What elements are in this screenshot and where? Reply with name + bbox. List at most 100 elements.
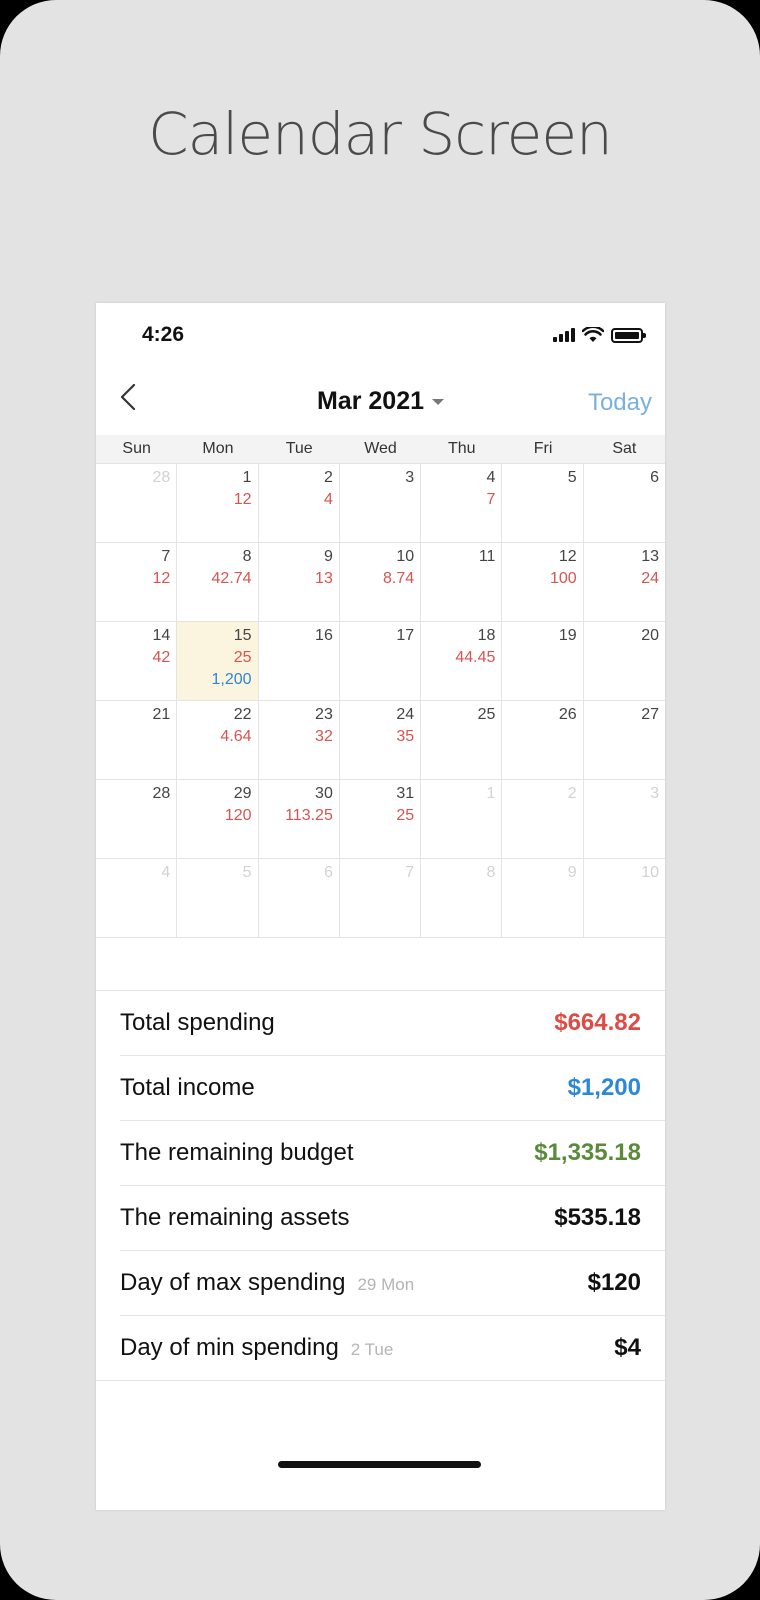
day-expense: 8.74: [383, 570, 415, 587]
weekday-label: Tue: [285, 440, 313, 457]
day-number: 20: [641, 627, 659, 644]
summary-row[interactable]: Day of max spending 29 Mon $120: [120, 1251, 665, 1316]
calendar-day-cell[interactable]: 1: [421, 780, 503, 859]
day-number: 21: [152, 706, 171, 723]
calendar-day-cell[interactable]: 28: [96, 780, 178, 859]
summary-row[interactable]: Total spending $664.82: [120, 991, 665, 1056]
calendar-grid: 28 1 12 2 4 3 4 7 5 6 7 12 8 42.74 9 13 10 8.74 11 12 100 13 2…: [96, 463, 665, 938]
summary-sublabel: 29 Mon: [357, 1275, 415, 1294]
weekday-label: Mon: [202, 440, 234, 457]
day-expense: 12: [152, 570, 171, 587]
calendar-day-cell[interactable]: 26: [502, 701, 584, 780]
day-expense: 24: [641, 570, 659, 587]
summary-value: $1,200: [567, 1074, 641, 1101]
calendar-day-cell[interactable]: 13 24: [583, 543, 665, 622]
day-number: 14: [152, 627, 171, 644]
calendar-day-cell[interactable]: 9: [502, 859, 584, 938]
wifi-icon: [582, 327, 604, 342]
day-number: 1: [242, 469, 252, 486]
day-number: 6: [650, 469, 659, 486]
day-number: 22: [233, 706, 252, 723]
page-headline: Calendar Screen: [148, 100, 613, 168]
day-expense: 120: [224, 807, 252, 824]
calendar-day-cell[interactable]: 5: [177, 859, 259, 938]
calendar-day-cell[interactable]: 31 25: [339, 780, 422, 859]
weekday-label: Wed: [364, 440, 397, 457]
day-expense: 25: [233, 649, 252, 666]
summary-value: $4: [614, 1334, 641, 1361]
calendar-day-cell[interactable]: 15 25 1,200: [177, 622, 259, 701]
weekday-label: Fri: [533, 440, 553, 457]
day-number: 16: [315, 627, 333, 644]
day-number: 2: [323, 469, 333, 486]
home-indicator[interactable]: [278, 1461, 481, 1468]
calendar-day-cell[interactable]: 9 13: [258, 543, 340, 622]
status-icons: [553, 327, 646, 343]
calendar-day-cell[interactable]: 14 42: [96, 622, 178, 701]
summary-label-group: Day of min spending 2 Tue: [120, 1334, 393, 1362]
calendar-day-cell[interactable]: 11: [421, 543, 503, 622]
today-button[interactable]: Today: [588, 389, 652, 417]
day-number: 10: [641, 864, 659, 881]
calendar-day-cell[interactable]: 28: [96, 464, 178, 543]
calendar-day-cell[interactable]: 7: [339, 859, 422, 938]
summary-label: Total spending: [120, 1009, 275, 1036]
calendar-day-cell[interactable]: 29 120: [177, 780, 259, 859]
summary-row[interactable]: The remaining assets $535.18: [120, 1186, 665, 1251]
calendar-day-cell[interactable]: 22 4.64: [177, 701, 259, 780]
calendar-day-cell[interactable]: 17: [339, 622, 422, 701]
calendar-day-cell[interactable]: 10: [583, 859, 665, 938]
calendar-day-cell[interactable]: 3: [583, 780, 665, 859]
calendar-day-cell[interactable]: 5: [502, 464, 584, 543]
summary-label-group: Total income: [120, 1074, 255, 1102]
calendar-day-cell[interactable]: 1 12: [177, 464, 259, 543]
day-number: 17: [396, 627, 415, 644]
day-income: 1,200: [211, 671, 252, 688]
summary-sublabel: 2 Tue: [350, 1340, 394, 1359]
summary-row[interactable]: The remaining budget $1,335.18: [120, 1121, 665, 1186]
calendar-day-cell[interactable]: 12 100: [502, 543, 584, 622]
day-number: 27: [641, 706, 659, 723]
day-expense: 42.74: [211, 570, 252, 587]
calendar-day-cell[interactable]: 21: [96, 701, 178, 780]
calendar-day-cell[interactable]: 3: [339, 464, 422, 543]
calendar-day-cell[interactable]: 47: [421, 464, 503, 543]
calendar-day-cell[interactable]: 25: [421, 701, 503, 780]
calendar-day-cell[interactable]: 4: [96, 859, 178, 938]
summary-value: $120: [587, 1269, 641, 1296]
calendar-day-cell[interactable]: 7 12: [96, 543, 178, 622]
calendar-day-cell[interactable]: 30 113.25: [258, 780, 340, 859]
day-expense: 25: [396, 807, 415, 824]
calendar-day-cell[interactable]: 23 32: [258, 701, 340, 780]
summary-row[interactable]: Day of min spending 2 Tue $4: [96, 1316, 665, 1381]
weekday-label: Sat: [612, 440, 637, 457]
calendar-day-cell[interactable]: 6: [258, 859, 340, 938]
summary-label-group: The remaining budget: [120, 1139, 353, 1167]
calendar-day-cell[interactable]: 24: [258, 464, 340, 543]
status-bar: 4:26: [96, 303, 665, 365]
calendar-day-cell[interactable]: 10 8.74: [339, 543, 422, 622]
calendar-day-cell[interactable]: 8: [421, 859, 503, 938]
summary-label: Total income: [120, 1074, 255, 1101]
calendar-day-cell[interactable]: 2: [502, 780, 584, 859]
day-number: 23: [315, 706, 333, 723]
calendar-day-cell[interactable]: 6: [583, 464, 665, 543]
day-number: 19: [558, 627, 577, 644]
calendar-day-cell[interactable]: 24 35: [339, 701, 422, 780]
calendar-day-cell[interactable]: 8 42.74: [177, 543, 259, 622]
summary-row[interactable]: Total income $1,200: [120, 1056, 665, 1121]
day-number: 11: [478, 548, 496, 565]
day-expense: 4.64: [220, 728, 252, 745]
calendar-day-cell[interactable]: 16: [258, 622, 340, 701]
calendar-day-cell[interactable]: 27: [583, 701, 665, 780]
nav-bar: Mar 2021 Today: [96, 365, 665, 435]
day-expense: 12: [233, 491, 252, 508]
summary-label-group: Total spending: [120, 1009, 275, 1037]
calendar-day-cell[interactable]: 18 44.45: [421, 622, 503, 701]
day-number: 31: [396, 785, 415, 802]
calendar-day-cell[interactable]: 20: [583, 622, 665, 701]
day-number: 28: [152, 469, 171, 486]
summary-value: $664.82: [554, 1009, 641, 1036]
calendar-day-cell[interactable]: 19: [502, 622, 584, 701]
month-selector[interactable]: Mar 2021: [96, 387, 665, 416]
